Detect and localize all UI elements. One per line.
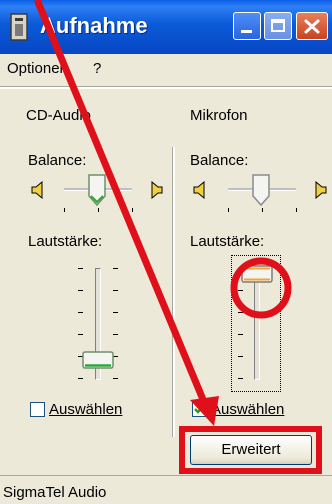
status-bar: SigmaTel Audio [0, 475, 332, 504]
channel-separator [172, 147, 175, 437]
channel-name-mikrofon: Mikrofon [190, 107, 248, 124]
menu-help[interactable]: ? [93, 60, 101, 77]
balance-slider-thumb[interactable] [252, 174, 270, 206]
select-checkbox-cd-audio[interactable] [30, 402, 45, 417]
volume-slider-thumb[interactable] [82, 351, 114, 369]
close-icon [304, 19, 320, 34]
volume-slider-thumb[interactable] [241, 265, 273, 283]
select-label-mikrofon: Auswählen [211, 401, 285, 418]
minimize-icon [241, 30, 252, 33]
title-bar: Aufnahme [0, 0, 332, 54]
balance-label: Balance: [28, 152, 87, 169]
speaker-right-icon [315, 181, 327, 199]
maximize-icon [271, 19, 285, 32]
channel-name-cd-audio: CD-Audio [26, 107, 92, 124]
balance-slider-thumb[interactable] [88, 174, 106, 206]
checkmark-icon [194, 404, 205, 414]
speaker-left-icon [193, 181, 205, 199]
advanced-button[interactable]: Erweitert [190, 435, 312, 465]
maximize-button[interactable] [264, 12, 292, 40]
select-checkbox-mikrofon[interactable] [192, 402, 207, 417]
menu-separator [0, 86, 332, 89]
speaker-right-icon [151, 181, 163, 199]
window-title: Aufnahme [40, 13, 148, 38]
speaker-left-icon [31, 181, 43, 199]
menu-options[interactable]: Optionen [7, 60, 68, 77]
balance-label: Balance: [190, 152, 249, 169]
volume-track [254, 268, 260, 380]
minimize-button[interactable] [233, 12, 261, 40]
volume-label: Lautstärke: [28, 233, 103, 250]
status-text: SigmaTel Audio [3, 484, 107, 501]
close-button[interactable] [296, 12, 328, 40]
volume-label: Lautstärke: [190, 233, 265, 250]
app-icon [10, 13, 28, 41]
select-label-cd-audio: Auswählen [49, 401, 123, 418]
menu-bar: Optionen ? [0, 54, 332, 84]
